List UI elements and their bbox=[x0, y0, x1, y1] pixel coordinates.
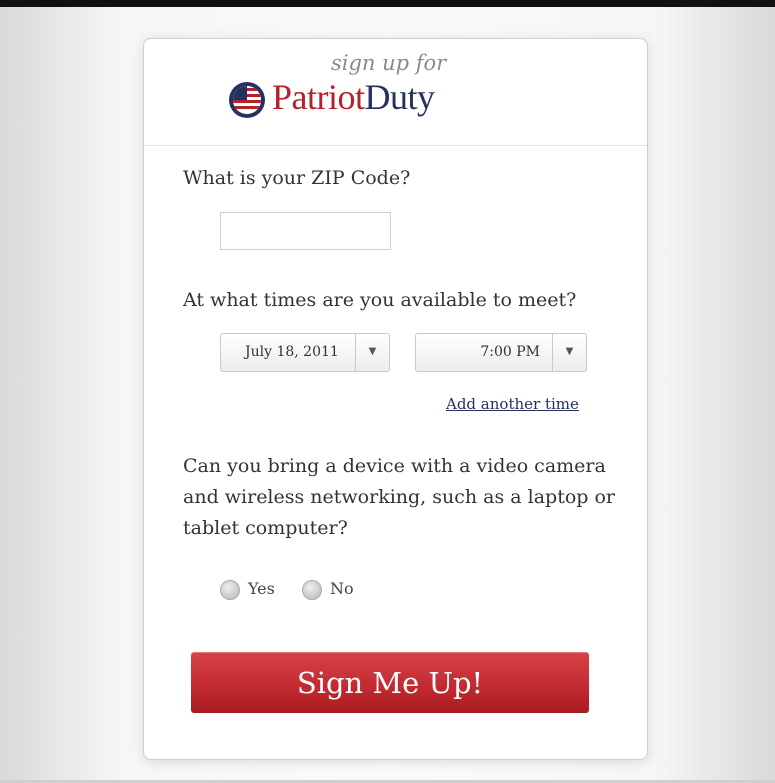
zip-input[interactable] bbox=[220, 212, 391, 250]
no-label: No bbox=[330, 579, 354, 598]
time-select[interactable]: 7:00 PM ▼ bbox=[415, 333, 587, 372]
date-value: July 18, 2011 bbox=[245, 344, 339, 360]
brand-part-patriot: Patriot bbox=[272, 77, 365, 117]
no-radio[interactable] bbox=[302, 580, 322, 600]
brand-name: PatriotDuty bbox=[272, 76, 435, 118]
caret-down-icon[interactable]: ▼ bbox=[552, 334, 586, 371]
signup-card: sign up for PatriotDuty What is your ZIP… bbox=[143, 38, 648, 760]
zip-label: What is your ZIP Code? bbox=[183, 167, 411, 189]
yes-label: Yes bbox=[248, 579, 275, 598]
subtitle: sign up for bbox=[331, 51, 447, 75]
device-label: Can you bring a device with a video came… bbox=[183, 455, 616, 539]
brand-part-duty: Duty bbox=[364, 77, 436, 117]
sign-me-up-button[interactable]: Sign Me Up! bbox=[191, 652, 589, 713]
flag-circle-icon bbox=[229, 82, 265, 118]
top-border bbox=[0, 0, 775, 7]
time-value: 7:00 PM bbox=[480, 344, 540, 360]
date-select[interactable]: July 18, 2011 ▼ bbox=[220, 333, 390, 372]
caret-down-icon[interactable]: ▼ bbox=[355, 334, 389, 371]
card-header: sign up for PatriotDuty bbox=[144, 39, 647, 146]
yes-radio[interactable] bbox=[220, 580, 240, 600]
add-another-time-link[interactable]: Add another time bbox=[446, 395, 579, 413]
availability-label: At what times are you available to meet? bbox=[183, 289, 577, 311]
